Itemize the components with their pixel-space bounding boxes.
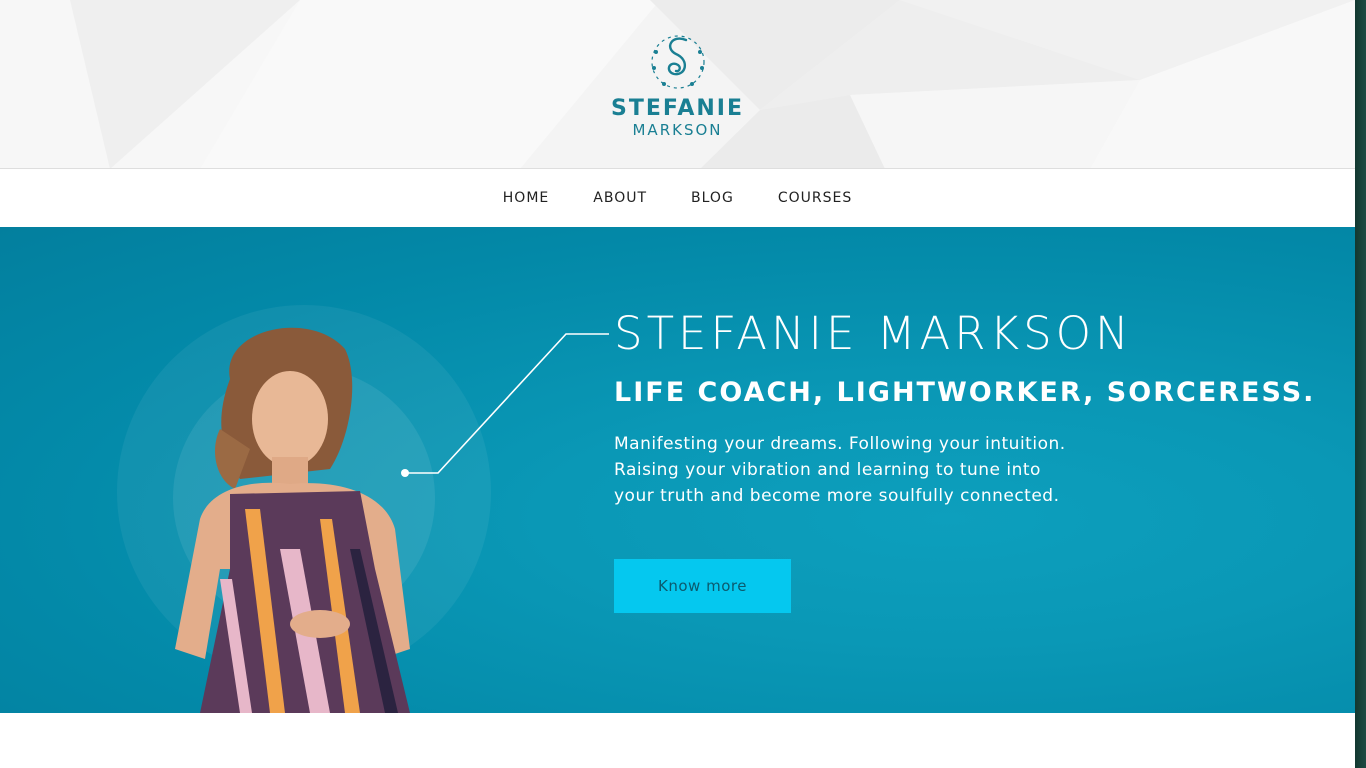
hero-description-line: your truth and become more soulfully con… [614, 486, 1060, 506]
hero-description: Manifesting your dreams. Following your … [614, 431, 1154, 509]
know-more-button[interactable]: Know more [614, 559, 791, 613]
brand-logo[interactable]: STEFANIE MARKSON [0, 28, 1355, 139]
main-nav: HOME ABOUT BLOG COURSES [0, 169, 1355, 227]
hero-section: STEFANIE MARKSON LIFE COACH, LIGHTWORKER… [0, 227, 1355, 713]
nav-item-courses[interactable]: COURSES [778, 190, 852, 206]
brand-name: STEFANIE [610, 96, 745, 121]
site-header: STEFANIE MARKSON [0, 0, 1355, 169]
nav-item-about[interactable]: ABOUT [593, 190, 647, 206]
spiral-s-wreath-icon [650, 35, 705, 89]
hero-subtitle: LIFE COACH, LIGHTWORKER, SORCERESS. [614, 377, 1316, 408]
nav-item-home[interactable]: HOME [503, 190, 549, 206]
callout-connector-line [401, 333, 609, 477]
brand-surname: MARKSON [632, 121, 723, 139]
hero-description-line: Manifesting your dreams. Following your … [614, 434, 1066, 454]
window-edge-strip [1355, 0, 1366, 768]
hero-title: STEFANIE MARKSON [614, 307, 1133, 360]
nav-item-blog[interactable]: BLOG [691, 190, 734, 206]
hero-description-line: Raising your vibration and learning to t… [614, 460, 1041, 480]
